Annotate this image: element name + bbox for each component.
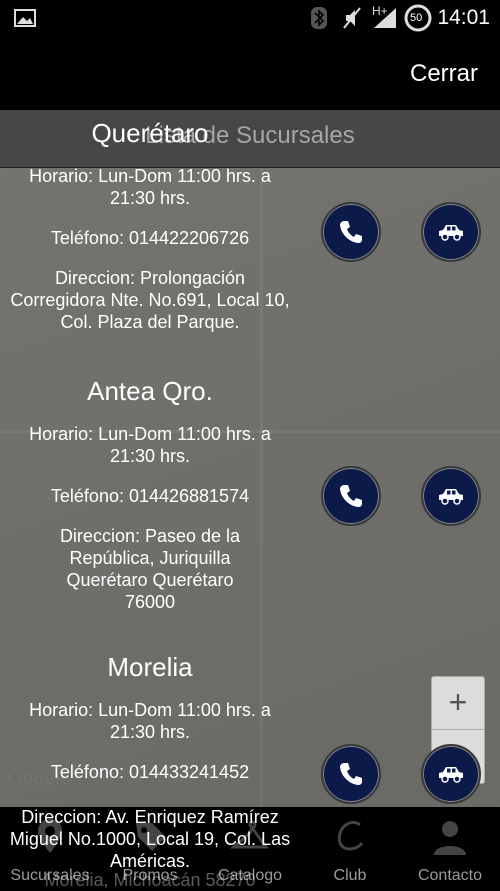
branch-phone: Teléfono: 014426881574 xyxy=(50,486,250,506)
gallery-icon xyxy=(14,9,36,27)
branch-address: Direccion: Prolongación Corregidora Nte.… xyxy=(10,268,290,332)
taxi-button[interactable] xyxy=(421,466,481,526)
contact-icon xyxy=(434,821,466,855)
call-button[interactable] xyxy=(321,744,381,804)
branch-address-overflow: Morelia, Michoacán 58270 xyxy=(44,870,256,890)
car-icon xyxy=(439,225,463,241)
mute-icon xyxy=(343,7,361,29)
branch-phone: Teléfono: 014433241452 xyxy=(50,762,250,782)
bluetooth-icon xyxy=(311,7,327,29)
branch-hours: Horario: Lun-Dom 11:00 hrs. a 21:30 hrs. xyxy=(29,700,271,742)
branches-panel: Lista de Sucursales + Google Querétaro H… xyxy=(0,110,500,807)
branch-hours: Horario: Lun-Dom 11:00 hrs. a 21:30 hrs. xyxy=(29,424,271,466)
car-icon xyxy=(439,489,463,505)
zoom-in-button[interactable]: + xyxy=(432,677,484,730)
call-button[interactable] xyxy=(321,202,381,262)
tab-club[interactable]: Club xyxy=(300,807,400,889)
tab-label: Contacto xyxy=(417,867,483,884)
action-bar: Cerrar xyxy=(0,36,500,110)
branch-hours: Horario: Lun-Dom 11:00 hrs. a 21:30 hrs. xyxy=(29,166,271,208)
branch-phone: Teléfono: 014422206726 xyxy=(50,228,250,248)
branch-name: Morelia xyxy=(107,652,193,682)
branch-address: Direccion: Paseo de la República, Juriqu… xyxy=(59,526,241,612)
taxi-button[interactable] xyxy=(421,202,481,262)
branch-name: Querétaro xyxy=(91,118,209,148)
call-button[interactable] xyxy=(321,466,381,526)
battery-level: 50 xyxy=(410,12,423,24)
phone-icon xyxy=(340,221,362,243)
phone-icon xyxy=(340,763,362,785)
branch-address: Direccion: Av. Enriquez Ramírez Miguel N… xyxy=(9,807,291,871)
branch-item: Morelia Horario: Lun-Dom 11:00 hrs. a 21… xyxy=(0,652,300,801)
branch-item: Querétaro Horario: Lun-Dom 11:00 hrs. a … xyxy=(0,118,300,351)
taxi-button[interactable] xyxy=(421,744,481,804)
tab-contacto[interactable]: Contacto xyxy=(400,807,500,889)
phone-icon xyxy=(340,485,362,507)
tab-label: Club xyxy=(333,867,367,884)
status-bar: H+ 50 14:01 xyxy=(0,0,500,36)
branch-item: Antea Qro. Horario: Lun-Dom 11:00 hrs. a… xyxy=(0,376,300,631)
close-button[interactable]: Cerrar xyxy=(410,60,478,88)
car-icon xyxy=(439,767,463,783)
club-logo-icon xyxy=(337,820,364,851)
branch-name: Antea Qro. xyxy=(87,376,213,406)
signal-icon xyxy=(374,8,396,28)
status-time: 14:01 xyxy=(437,6,490,29)
